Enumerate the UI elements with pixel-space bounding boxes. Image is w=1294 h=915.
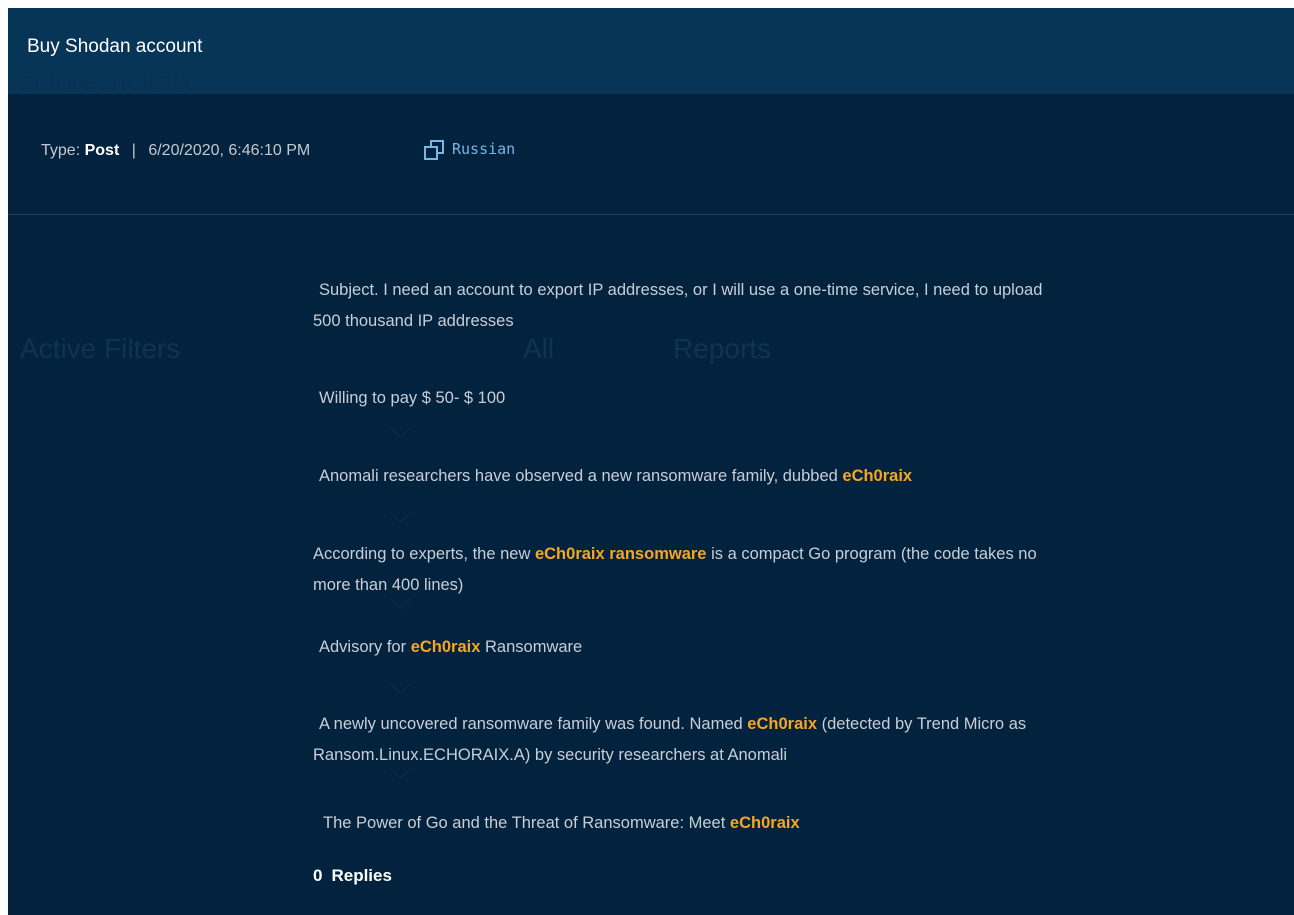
ghost-chevron-icon: [389, 416, 412, 439]
header-divider: [8, 214, 1294, 215]
highlight-keyword: eCh0raix ransomware: [534, 545, 707, 563]
paragraph-text: According to experts, the new: [313, 545, 531, 563]
reply-number: 0: [313, 866, 323, 885]
paragraph-text: (detected by Trend Micro as: [821, 715, 1027, 733]
ghost-chevron-icon: [389, 501, 412, 524]
paragraph-text: Subject. I need an account to export IP …: [319, 281, 1043, 299]
post-paragraph-2: Willing to pay $ 50- $ 100: [319, 383, 505, 413]
post-paragraph-5: Advisory for eCh0raix Ransomware: [319, 632, 582, 662]
post-paragraph-7: The Power of Go and the Threat of Ransom…: [323, 808, 800, 838]
translate-language-link[interactable]: Russian: [424, 140, 516, 160]
post-paragraph-3: Anomali researchers have observed a new …: [319, 461, 912, 491]
post-paragraph-4-cont: more than 400 lines): [313, 570, 463, 600]
post-paragraph-1-cont: 500 thousand IP addresses: [313, 306, 514, 336]
paragraph-text: A newly uncovered ransomware family was …: [319, 715, 743, 733]
post-paragraph-1: Subject. I need an account to export IP …: [319, 275, 1042, 305]
type-label: Type:: [41, 142, 81, 159]
post-paragraph-6: A newly uncovered ransomware family was …: [319, 709, 1026, 739]
highlight-keyword: eCh0raix: [729, 814, 800, 832]
paragraph-text: is a compact Go program (the code takes …: [711, 545, 1037, 563]
paragraph-text: 500 thousand IP addresses: [313, 312, 514, 330]
paragraph-text: The Power of Go and the Threat of Ransom…: [323, 814, 726, 832]
paragraph-text: Advisory for: [319, 638, 407, 656]
post-paragraph-4: According to experts, the new eCh0raix r…: [313, 539, 1037, 569]
post-title: Buy Shodan account: [27, 36, 203, 57]
highlight-keyword: eCh0raix: [842, 467, 913, 485]
meta-separator: |: [131, 142, 136, 159]
replies-count: 0 Replies: [313, 866, 392, 886]
type-value: Post: [84, 142, 120, 159]
ghost-actor-text: actorechOraix: [19, 66, 194, 97]
paragraph-text: Ransom.Linux.ECHORAIX.A) by security res…: [313, 746, 788, 764]
paragraph-text: more than 400 lines): [313, 576, 464, 594]
panel-header: Buy Shodan account actorechOraix: [8, 8, 1294, 97]
ghost-chevron-icon: [389, 672, 412, 695]
ghost-all-tab: All: [523, 333, 555, 364]
paragraph-text: Willing to pay $ 50- $ 100: [319, 389, 506, 407]
paragraph-text: Anomali researchers have observed a new …: [319, 467, 838, 485]
replies-label: Replies: [331, 866, 392, 885]
ghost-reports-tab: Reports: [673, 333, 772, 364]
post-paragraph-6-cont: Ransom.Linux.ECHORAIX.A) by security res…: [313, 740, 787, 770]
language-label: Russian: [452, 140, 516, 158]
translate-icon: [424, 140, 444, 160]
highlight-keyword: eCh0raix: [410, 638, 481, 656]
post-datetime: 6/20/2020, 6:46:10 PM: [148, 142, 311, 159]
paragraph-text: Ransomware: [485, 638, 583, 656]
highlight-keyword: eCh0raix: [747, 715, 818, 733]
ghost-active-filters: Active Filters: [20, 333, 181, 364]
post-detail-panel: Buy Shodan account actorechOraix Active …: [8, 8, 1294, 915]
post-meta: Type: Post | 6/20/2020, 6:46:10 PM: [41, 142, 310, 160]
